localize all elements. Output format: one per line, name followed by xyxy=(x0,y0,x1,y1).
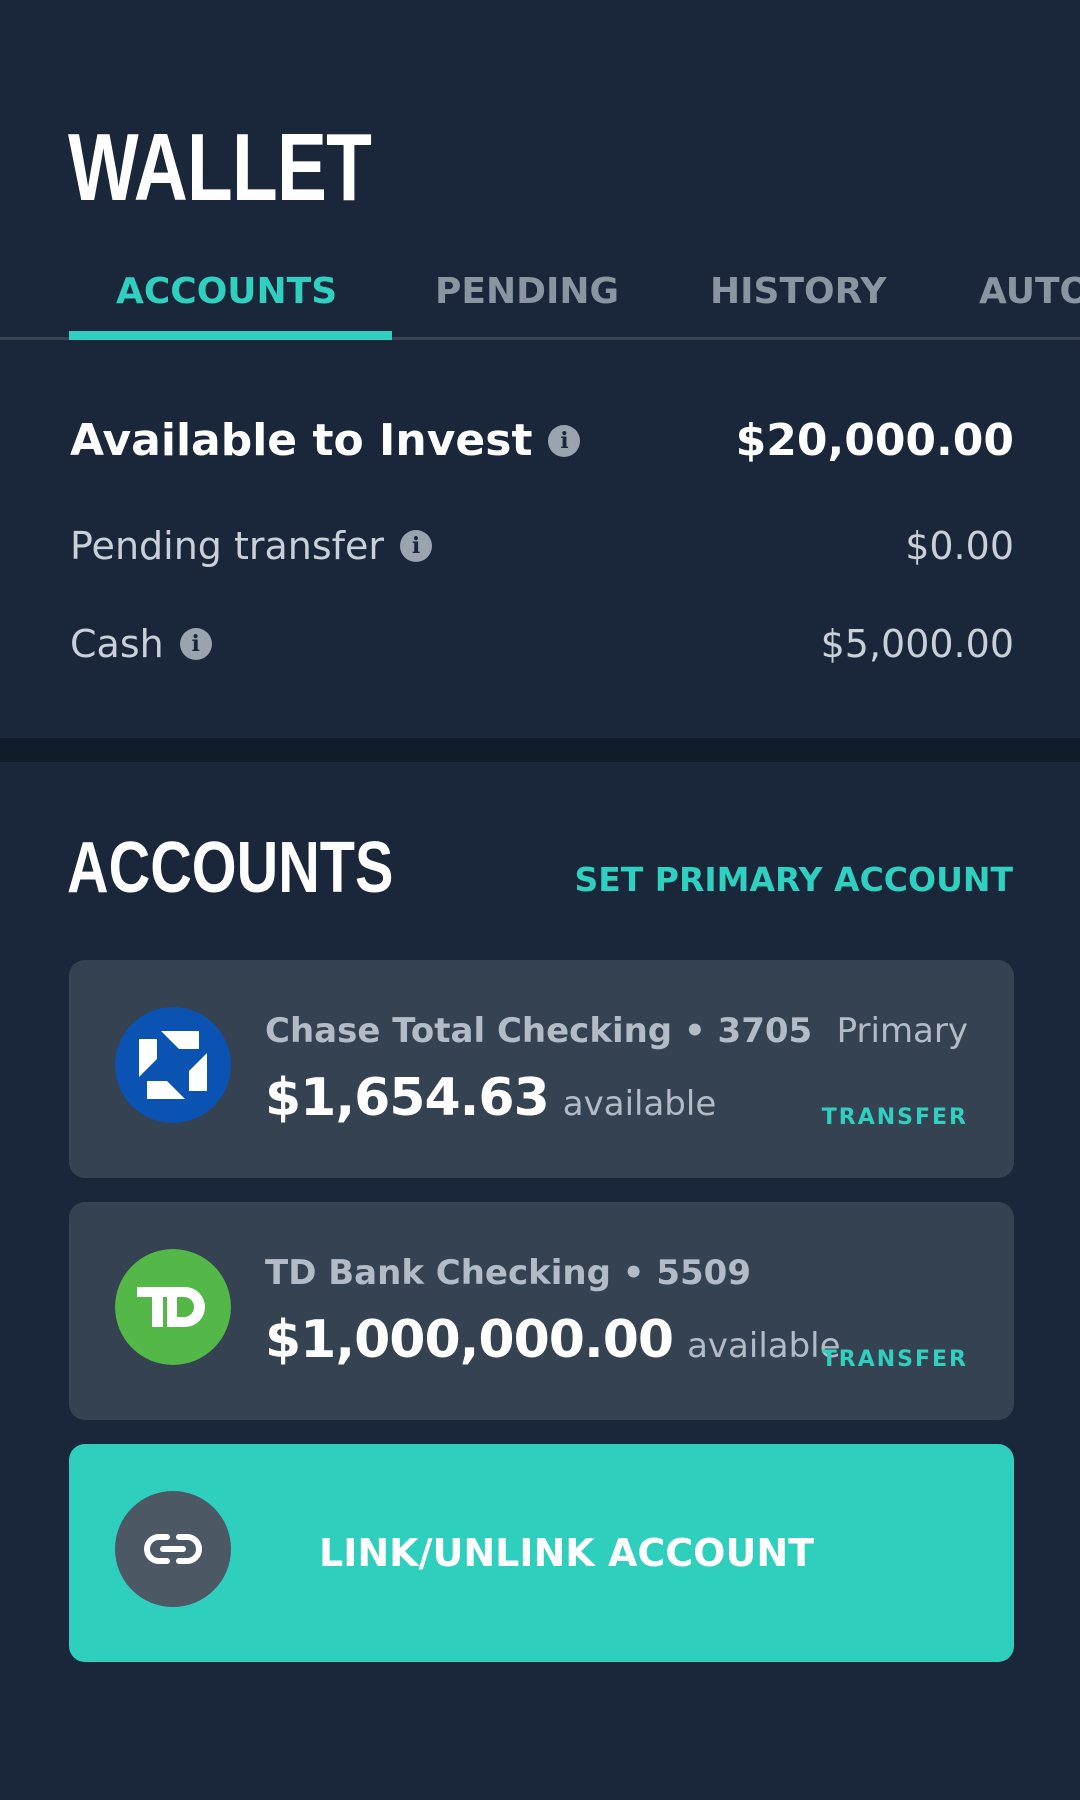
available-to-invest-label: Available to Invest xyxy=(70,415,533,466)
cash-row: Cash i $5,000.00 xyxy=(70,622,1014,666)
account-available-label: available xyxy=(562,1084,717,1124)
pending-transfer-label: Pending transfer xyxy=(70,524,385,568)
account-card-td[interactable]: TD Bank Checking • 5509 $1,000,000.00 av… xyxy=(69,1202,1014,1420)
account-name: TD Bank Checking • 5509 xyxy=(265,1253,751,1293)
link-unlink-label: LINK/UNLINK ACCOUNT xyxy=(319,1531,815,1575)
page-title: WALLET xyxy=(68,114,372,221)
link-unlink-account-button[interactable]: LINK/UNLINK ACCOUNT xyxy=(69,1444,1014,1662)
set-primary-account-button[interactable]: SET PRIMARY ACCOUNT xyxy=(574,860,1013,900)
tab-accounts[interactable]: ACCOUNTS xyxy=(116,270,337,314)
account-balance: $1,654.63 xyxy=(265,1068,550,1128)
pending-transfer-value: $0.00 xyxy=(905,524,1014,568)
transfer-button[interactable]: TRANSFER xyxy=(822,1104,968,1132)
account-name: Chase Total Checking • 3705 xyxy=(265,1011,813,1051)
info-icon[interactable]: i xyxy=(548,424,581,457)
pending-transfer-row: Pending transfer i $0.00 xyxy=(70,524,1014,568)
available-to-invest-value: $20,000.00 xyxy=(735,415,1014,466)
link-icon xyxy=(115,1491,231,1607)
tab-auto[interactable]: AUTO xyxy=(979,270,1080,314)
account-balance-line: $1,654.63 available xyxy=(265,1068,716,1128)
tab-pending[interactable]: PENDING xyxy=(435,270,619,314)
active-tab-indicator xyxy=(69,331,392,340)
accounts-section-title: ACCOUNTS xyxy=(67,828,394,908)
account-available-label: available xyxy=(687,1326,841,1366)
info-icon[interactable]: i xyxy=(179,628,212,660)
cash-label: Cash xyxy=(70,622,164,666)
chase-logo-icon xyxy=(115,1007,231,1123)
info-icon[interactable]: i xyxy=(400,530,433,562)
transfer-button[interactable]: TRANSFER xyxy=(822,1346,968,1374)
primary-badge: Primary xyxy=(836,1011,968,1051)
available-to-invest-row: Available to Invest i $20,000.00 xyxy=(70,415,1014,466)
section-divider xyxy=(0,738,1080,762)
td-logo-icon xyxy=(115,1249,231,1365)
tab-history[interactable]: HISTORY xyxy=(710,270,886,314)
account-balance-line: $1,000,000.00 available xyxy=(265,1310,841,1370)
tab-bar: ACCOUNTS PENDING HISTORY AUTO xyxy=(0,262,1080,340)
account-card-chase[interactable]: Chase Total Checking • 3705 $1,654.63 av… xyxy=(69,960,1014,1178)
cash-value: $5,000.00 xyxy=(820,622,1014,666)
account-balance: $1,000,000.00 xyxy=(265,1310,674,1370)
